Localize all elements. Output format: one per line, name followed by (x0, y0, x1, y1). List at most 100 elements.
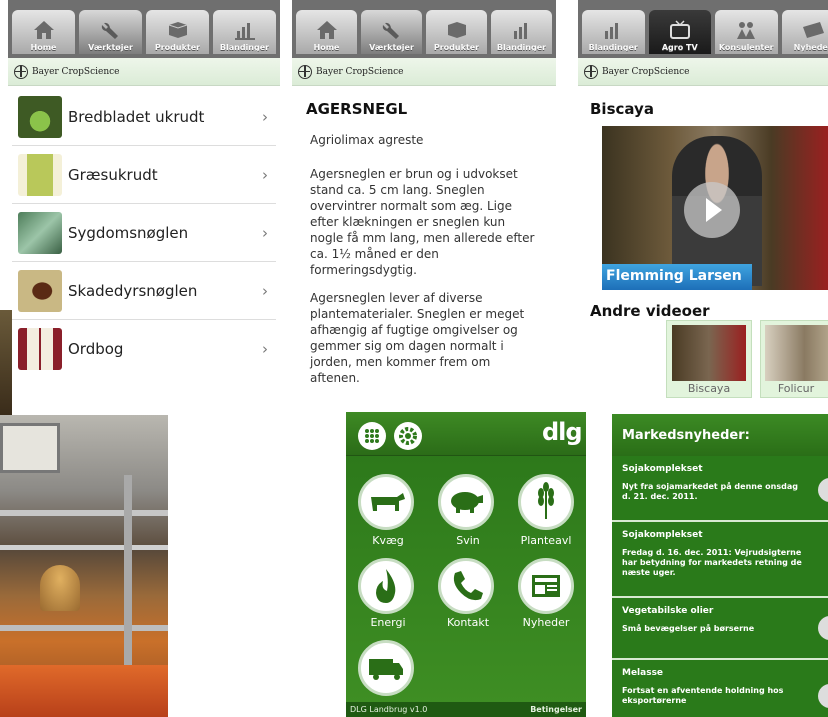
planteavl-label: Planteavl (520, 534, 572, 547)
tab-agro-tv[interactable]: Agro TV (648, 10, 711, 54)
tab-bar: Home Værktøjer Produkter Blandinger (292, 0, 556, 58)
tab-label: Værktøjer (88, 43, 133, 52)
list-item-skadedyrsnoglen[interactable]: Skadedyrsnøglen › (12, 262, 276, 320)
tab-produkter[interactable]: Produkter (426, 10, 487, 54)
barn-photo (0, 415, 168, 717)
barn-floor (0, 665, 168, 717)
tab-bar: Home Værktøjer Produkter Blandinger (8, 0, 280, 58)
thumb-image (765, 325, 828, 381)
truck-button[interactable] (358, 640, 414, 696)
home-icon (33, 21, 54, 39)
nyheder-label: Nyheder (522, 616, 570, 629)
thumb-label: Folicur (777, 382, 815, 395)
news-item[interactable]: Melasse Fortsat en afventende holdning h… (612, 660, 828, 717)
brand-bar: Bayer CropScience (578, 58, 828, 86)
chevron-button-icon (818, 616, 828, 640)
news-body: Nyt fra sojamarkedet på denne onsdag d. … (622, 482, 798, 501)
bayer-cross-logo (584, 64, 598, 79)
chevron-right-icon: › (262, 223, 268, 242)
thumb-label: Biscaya (687, 382, 731, 395)
tv-icon (669, 20, 690, 39)
tab-produkter[interactable]: Produkter (146, 10, 209, 54)
tab-blandinger[interactable]: Blandinger (213, 10, 276, 54)
product-box-icon (168, 22, 187, 38)
description-paragraph-2: Agersneglen lever af diverse plantemater… (310, 291, 525, 385)
settings-button[interactable] (394, 422, 422, 450)
brand-bar: Bayer CropScience (292, 58, 556, 86)
tab-blandinger[interactable]: Blandinger (582, 10, 645, 54)
nyheder-button[interactable] (518, 558, 574, 614)
tab-label: Home (313, 43, 340, 52)
grass-thumbnail (18, 153, 62, 196)
tab-label: Blandinger (496, 43, 547, 52)
grid-icon (365, 429, 379, 443)
tab-konsulenter[interactable]: Konsulenter (715, 10, 778, 54)
people-icon (737, 22, 756, 39)
list-item-label: Ordbog (68, 340, 124, 358)
news-item[interactable]: Sojakomplekset Fredag d. 16. dec. 2011: … (612, 522, 828, 598)
kvaeg-label: Kvæg (372, 534, 404, 547)
detail-title: AGERSNEGL (306, 100, 408, 118)
list-item-graesukrudt[interactable]: Græsukrudt › (12, 146, 276, 204)
barn-window (0, 423, 60, 473)
tab-vaerktojer[interactable]: Værktøjer (361, 10, 422, 54)
video-thumb[interactable]: Biscaya (666, 320, 752, 398)
news-body: Små bevægelser på børserne (622, 624, 755, 633)
news-body: Fredag d. 16. dec. 2011: Vejrudsigterne … (622, 548, 802, 577)
list-item-ordbog[interactable]: Ordbog › (12, 320, 276, 378)
barn-rail (0, 625, 168, 631)
list-item-label: Sygdomsnøglen (68, 223, 189, 242)
tab-label: Produkter (154, 43, 201, 52)
gear-icon (399, 427, 417, 445)
news-item[interactable]: Sojakomplekset Nyt fra sojamarkedet på d… (612, 456, 828, 522)
tab-home[interactable]: Home (12, 10, 75, 54)
newspaper-icon (802, 22, 824, 38)
grid-menu-button[interactable] (358, 422, 386, 450)
newspaper-icon (532, 575, 560, 597)
kvaeg-button[interactable] (358, 474, 414, 530)
version-label: DLG Landbrug v1.0 (350, 705, 428, 714)
news-title: Melasse (622, 668, 664, 678)
tab-label: Konsulenter (718, 43, 774, 52)
barn-rail (0, 510, 168, 516)
bar-chart-icon (513, 23, 527, 39)
kontakt-button[interactable] (438, 558, 494, 614)
energi-button[interactable] (358, 558, 414, 614)
bar-chart-icon (605, 23, 619, 39)
news-title: Sojakomplekset (622, 530, 703, 540)
other-videos-heading: Andre videoer (590, 302, 710, 320)
play-icon (706, 198, 722, 222)
home-icon (316, 21, 337, 39)
tab-vaerktojer[interactable]: Værktøjer (79, 10, 142, 54)
svin-button[interactable] (438, 474, 494, 530)
tab-label: Blandinger (588, 43, 638, 52)
tab-label: Værktøjer (369, 43, 414, 52)
brand-label: Bayer CropScience (602, 66, 690, 77)
barn-rail (0, 545, 168, 550)
dlg-footer: DLG Landbrug v1.0 Betingelser (346, 702, 586, 717)
news-item[interactable]: Vegetabilske olier Små bevægelser på bør… (612, 598, 828, 660)
dlg-logo: dlg (542, 418, 583, 446)
terms-link[interactable]: Betingelser (530, 705, 582, 714)
play-button[interactable] (684, 182, 740, 238)
phone-icon (453, 571, 483, 601)
heat-lamp (40, 565, 80, 611)
screen-dlg-home: dlg Kvæg Svin Planteavl Energi Kontakt N… (346, 412, 586, 717)
planteavl-button[interactable] (518, 474, 574, 530)
screen-agro-tv: Blandinger Agro TV Konsulenter Nyheder B… (578, 0, 828, 400)
flame-icon (376, 569, 396, 603)
news-heading: Markedsnyheder: (612, 414, 828, 456)
tab-blandinger[interactable]: Blandinger (491, 10, 552, 54)
video-thumb[interactable]: Folicur (760, 320, 828, 398)
video-player[interactable]: Flemming Larsen (602, 126, 828, 290)
chevron-right-icon: › (262, 165, 268, 184)
list-item-sygdomsnoglen[interactable]: Sygdomsnøglen › (12, 204, 276, 262)
chevron-right-icon: › (262, 340, 268, 358)
screen-market-news: Markedsnyheder: Sojakomplekset Nyt fra s… (612, 414, 828, 717)
tab-nyheder[interactable]: Nyheder (781, 10, 828, 54)
tab-home[interactable]: Home (296, 10, 357, 54)
list-item-bredbladet[interactable]: Bredbladet ukrudt › (12, 88, 276, 146)
latin-name: Agriolimax agreste (310, 133, 424, 147)
screen-pest-detail: Home Værktøjer Produkter Blandinger Baye… (292, 0, 556, 410)
news-body: Fortsat en afventende holdning hos ekspo… (622, 686, 784, 705)
